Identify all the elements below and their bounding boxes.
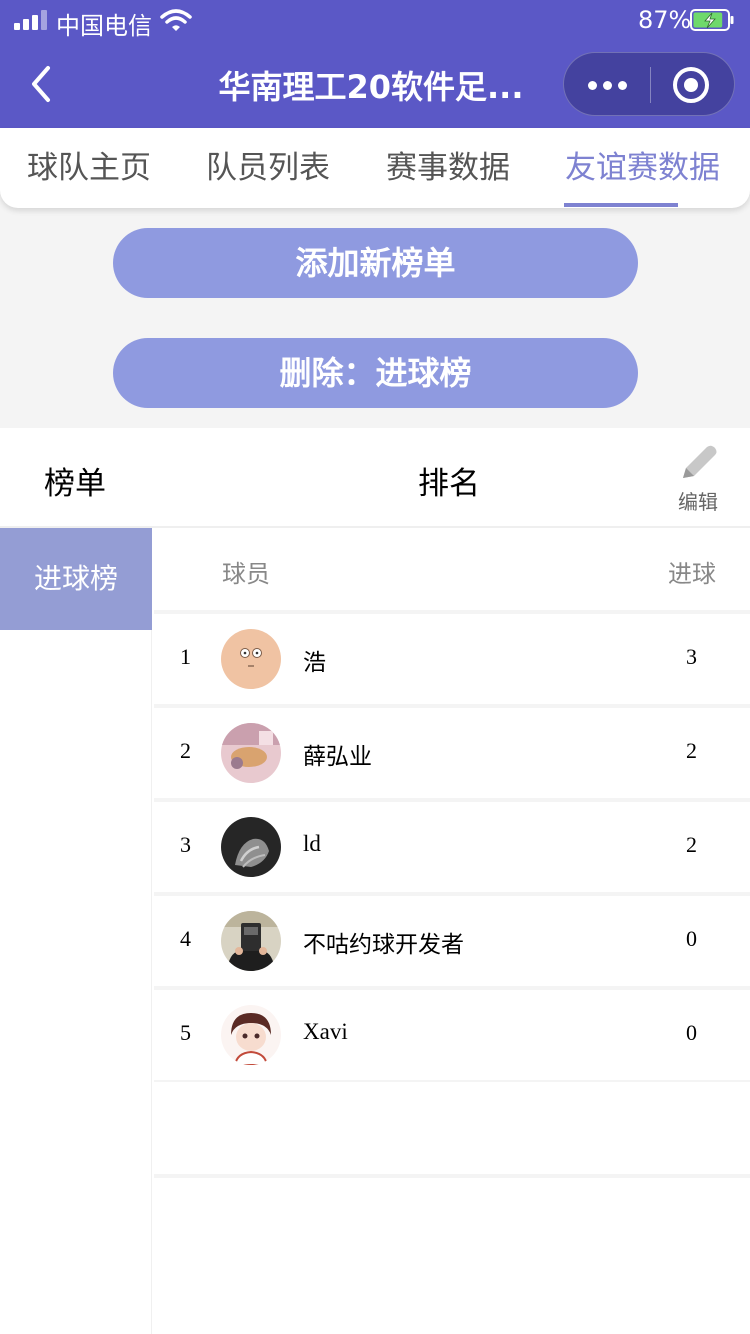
- table-header: 球员 进球: [154, 528, 750, 610]
- rank-number: 5: [180, 1020, 191, 1045]
- avatar: [221, 817, 281, 877]
- ranking-heading: 排名: [418, 466, 480, 502]
- goal-count: 3: [686, 644, 697, 669]
- player-name: Xavi: [303, 1019, 348, 1044]
- back-arrow-icon[interactable]: [28, 62, 58, 106]
- edit-label: 编辑: [678, 490, 718, 514]
- tab-bar: 球队主页 队员列表 赛事数据 友谊赛数据: [0, 128, 750, 208]
- column-header-goals: 进球: [668, 560, 716, 588]
- page-title: 华南理工20软件足...: [218, 68, 524, 106]
- ranking-table: 球员 进球 1 浩 3 2 薛弘业 2 3 ld 2 4 不咕约球开发者 0 5…: [154, 528, 750, 1334]
- tab-member-list[interactable]: 队员列表: [206, 142, 330, 187]
- empty-row: [154, 1082, 750, 1174]
- player-name: 不咕约球开发者: [303, 932, 464, 957]
- active-tab-indicator: [564, 203, 678, 207]
- rank-number: 2: [180, 738, 191, 763]
- add-board-button[interactable]: 添加新榜单: [113, 228, 638, 298]
- battery-percent: 87%: [638, 6, 692, 34]
- player-name: 薛弘业: [303, 744, 372, 769]
- sidebar-item-goals-board[interactable]: 进球榜: [0, 528, 152, 630]
- signal-icon: [14, 10, 48, 30]
- more-options-icon[interactable]: [586, 67, 630, 103]
- rank-number: 1: [180, 644, 191, 669]
- table-row[interactable]: 3 ld 2: [154, 802, 750, 892]
- board-sidebar: 进球榜: [0, 528, 152, 1334]
- table-blank-area: [154, 1178, 750, 1334]
- status-bar: 中国电信 87%: [0, 0, 750, 40]
- pencil-icon: [683, 445, 717, 478]
- table-row[interactable]: 5 Xavi 0: [154, 990, 750, 1080]
- tab-team-home[interactable]: 球队主页: [27, 142, 151, 187]
- goal-count: 0: [686, 1020, 697, 1045]
- nav-bar: 华南理工20软件足...: [0, 40, 750, 128]
- ranking-header: 榜单 排名 编辑: [0, 428, 750, 528]
- close-miniprogram-icon[interactable]: [673, 67, 709, 103]
- player-name: 浩: [303, 650, 326, 675]
- goal-count: 0: [686, 926, 697, 951]
- edit-button[interactable]: 编辑: [672, 444, 724, 520]
- rank-number: 4: [180, 926, 191, 951]
- capsule-divider: [650, 67, 651, 103]
- rank-number: 3: [180, 832, 191, 857]
- avatar: [221, 911, 281, 971]
- board-list-heading: 榜单: [44, 466, 106, 502]
- avatar: [221, 1005, 281, 1065]
- goal-count: 2: [686, 832, 697, 857]
- goal-count: 2: [686, 738, 697, 763]
- top-bar: 中国电信 87% 华南理工20软件足...: [0, 0, 750, 128]
- miniprogram-capsule: [563, 52, 735, 116]
- delete-board-button[interactable]: 删除：进球榜: [113, 338, 638, 408]
- avatar: [221, 629, 281, 689]
- tab-match-data[interactable]: 赛事数据: [386, 142, 510, 187]
- column-header-player: 球员: [222, 560, 270, 588]
- table-row[interactable]: 1 浩 3: [154, 614, 750, 704]
- table-row[interactable]: 2 薛弘业 2: [154, 708, 750, 798]
- player-name: ld: [303, 831, 321, 856]
- carrier-name: 中国电信: [56, 12, 152, 40]
- tab-friendly-match-data[interactable]: 友谊赛数据: [565, 142, 720, 187]
- avatar: [221, 723, 281, 783]
- wifi-icon: [160, 9, 192, 31]
- battery-icon: [690, 9, 734, 31]
- table-row[interactable]: 4 不咕约球开发者 0: [154, 896, 750, 986]
